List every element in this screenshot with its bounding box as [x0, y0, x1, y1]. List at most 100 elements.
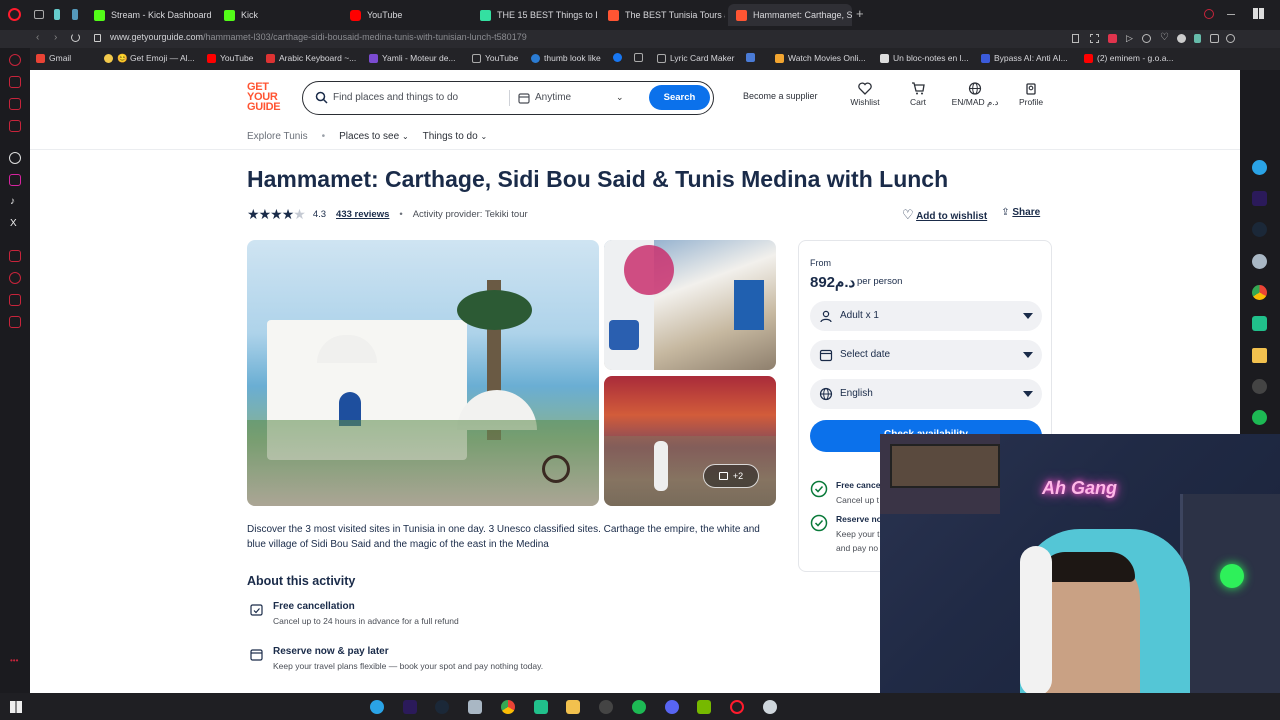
app-icon[interactable] — [534, 700, 548, 714]
app-icon[interactable] — [1252, 316, 1267, 331]
folder-icon[interactable] — [566, 700, 580, 714]
add-to-wishlist-button[interactable]: ♡ Add to wishlist — [902, 207, 987, 223]
search-tabs-icon[interactable] — [1204, 9, 1214, 19]
bookmark-youtube-2[interactable]: YouTube — [472, 53, 518, 63]
bookmark-arabic-keyboard[interactable]: Arabic Keyboard ~... — [266, 53, 356, 63]
settings-icon[interactable] — [763, 700, 777, 714]
bookmark-thumb-look-like[interactable]: thumb look like — [531, 53, 601, 63]
bookmark-facebook[interactable] — [613, 53, 622, 62]
language-select[interactable]: English — [810, 379, 1042, 409]
bookmark-lyric-card-maker[interactable]: Lyric Card Maker — [657, 53, 734, 63]
chevron-down-icon[interactable]: ⌄ — [616, 92, 624, 103]
bookmark-get-emoji[interactable]: 😊 Get Emoji — Al... — [104, 53, 195, 64]
bookmark-page-icon[interactable] — [1072, 34, 1079, 43]
obs-icon[interactable] — [599, 700, 613, 714]
premiere-icon[interactable] — [1252, 191, 1267, 206]
pinned-tab-icon[interactable] — [54, 9, 60, 20]
pinboard-icon[interactable] — [9, 250, 21, 262]
news-icon[interactable] — [9, 120, 21, 132]
translate-icon[interactable] — [9, 76, 21, 88]
locale-button[interactable]: EN/MAD د.م — [945, 82, 1005, 108]
become-supplier-link[interactable]: Become a supplier — [743, 91, 818, 101]
date-select[interactable]: Select date — [810, 340, 1042, 370]
getyourguide-logo[interactable]: GET YOUR GUIDE — [247, 82, 287, 116]
bookmark-youtube[interactable]: YouTube — [207, 53, 253, 63]
opera-logo-icon[interactable] — [8, 8, 21, 21]
participants-select[interactable]: Adult x 1 — [810, 301, 1042, 331]
edge-icon[interactable] — [1252, 160, 1267, 175]
profile-button[interactable]: Profile — [1001, 82, 1061, 107]
tab-kick-dashboard[interactable]: Stream - Kick Dashboard — [86, 4, 216, 26]
bookmark-gmail[interactable]: Gmail — [36, 53, 71, 63]
puzzle-icon[interactable] — [1210, 34, 1219, 43]
account-icon[interactable] — [1226, 34, 1235, 43]
steam-icon[interactable] — [435, 700, 449, 714]
extension-icon[interactable] — [1194, 34, 1201, 43]
premiere-icon[interactable] — [403, 700, 417, 714]
things-to-do-dropdown[interactable]: Things to do ⌄ — [423, 131, 488, 142]
reviews-link[interactable]: 433 reviews — [336, 209, 389, 220]
pocket-icon[interactable] — [1108, 34, 1117, 43]
explore-tunis-link[interactable]: Explore Tunis — [247, 131, 308, 142]
cart-button[interactable]: Cart — [888, 82, 948, 107]
spotify-icon[interactable] — [1252, 410, 1267, 425]
opera-icon[interactable] — [730, 700, 744, 714]
bookmark-eminem[interactable]: (2) eminem - g.o.a... — [1084, 53, 1174, 63]
steam-icon[interactable] — [1252, 222, 1267, 237]
tab-tripadvisor[interactable]: THE 15 BEST Things to D — [472, 4, 597, 26]
bookmark-yamli[interactable]: Yamli - Moteur de... — [369, 53, 456, 63]
forward-icon[interactable]: › — [54, 32, 57, 43]
extensions-icon[interactable] — [9, 316, 21, 328]
tab-youtube[interactable]: YouTube — [342, 4, 467, 26]
share-button[interactable]: ⇪ Share — [1001, 207, 1040, 223]
chrome-icon[interactable] — [1252, 285, 1267, 300]
snapshot-icon[interactable] — [1090, 34, 1099, 43]
workspaces-icon[interactable] — [34, 10, 44, 19]
more-photos-button[interactable]: +2 — [703, 464, 759, 488]
tab-tunisia-tours[interactable]: The BEST Tunisia Tours a — [600, 4, 725, 26]
bookmark-docs[interactable] — [746, 53, 755, 62]
instagram-icon[interactable] — [9, 174, 21, 186]
more-icon[interactable]: ••• — [10, 656, 18, 665]
windows-start-icon[interactable] — [10, 701, 22, 713]
photo-blue-white-street[interactable] — [604, 240, 776, 370]
tab-hammamet-active[interactable]: Hammamet: Carthage, Sic — [728, 4, 852, 26]
search-button[interactable]: Search — [649, 85, 710, 110]
chatgpt-icon[interactable] — [9, 152, 21, 164]
edge-icon[interactable] — [370, 700, 384, 714]
tab-kick[interactable]: Kick — [216, 4, 336, 26]
tiktok-icon[interactable]: ♪ — [10, 196, 15, 207]
search-input[interactable]: Find places and things to do — [333, 92, 458, 103]
bookmark-bypass-ai[interactable]: Bypass AI: Anti AI... — [981, 53, 1068, 63]
pinned-tab-icon[interactable] — [72, 9, 78, 20]
minimize-icon[interactable] — [1227, 14, 1235, 15]
send-icon[interactable]: ▷ — [1126, 33, 1133, 44]
x-icon[interactable]: X — [10, 218, 17, 229]
reload-icon[interactable] — [71, 33, 80, 42]
spotify-icon[interactable] — [632, 700, 646, 714]
wishlist-button[interactable]: Wishlist — [835, 82, 895, 107]
back-icon[interactable]: ‹ — [36, 32, 39, 43]
obs-icon[interactable] — [1252, 379, 1267, 394]
tool-icon[interactable] — [1252, 254, 1267, 269]
chat-icon[interactable] — [9, 98, 21, 110]
bookmark-bloc-notes[interactable]: Un bloc-notes en l... — [880, 53, 969, 63]
folder-icon[interactable] — [1252, 348, 1267, 363]
tool-icon[interactable] — [468, 700, 482, 714]
lock-icon[interactable] — [94, 34, 101, 42]
date-picker[interactable]: Anytime — [535, 92, 571, 103]
url-field[interactable]: www.getyourguide.com/hammamet-l303/carth… — [110, 32, 527, 42]
downloads-icon[interactable] — [9, 294, 21, 306]
history-icon[interactable] — [9, 272, 21, 284]
heart-icon[interactable]: ♡ — [1160, 32, 1169, 43]
chrome-icon[interactable] — [501, 700, 515, 714]
new-tab-button[interactable]: + — [856, 7, 864, 20]
places-to-see-dropdown[interactable]: Places to see ⌄ — [339, 131, 409, 142]
bookmark-watch-movies[interactable]: Watch Movies Onli... — [775, 53, 866, 63]
photo-medina-market[interactable]: +2 — [604, 376, 776, 506]
main-photo-sidi-bou-said[interactable] — [247, 240, 599, 506]
discord-icon[interactable] — [665, 700, 679, 714]
nvidia-icon[interactable] — [697, 700, 711, 714]
aria-ai-icon[interactable] — [9, 54, 21, 66]
bookmark-page[interactable] — [634, 53, 643, 62]
